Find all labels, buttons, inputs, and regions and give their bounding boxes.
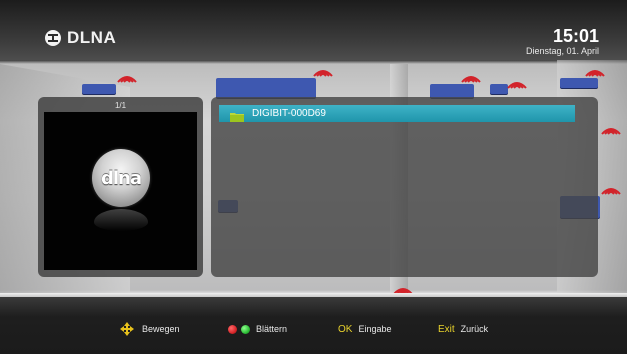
wifi-signal-icon — [506, 76, 528, 90]
arrow-keys-icon — [120, 322, 134, 336]
background-desk — [82, 84, 116, 94]
list-item[interactable]: DIGIBIT-000D69 — [219, 105, 575, 122]
list-item-label: DIGIBIT-000D69 — [252, 108, 326, 119]
footer-bar — [0, 297, 627, 354]
wifi-signal-icon — [600, 122, 622, 136]
hint-move-label: Bewegen — [142, 324, 180, 334]
clock-date: Dienstag, 01. April — [525, 46, 599, 56]
app-header: DLNA — [44, 28, 116, 48]
dlna-logo-reflection — [94, 209, 148, 231]
wifi-signal-icon — [312, 64, 334, 78]
hint-exit: Exit Zurück — [438, 322, 488, 336]
hint-page: Blättern — [228, 322, 287, 336]
folder-icon — [230, 109, 244, 122]
hint-exit-label: Zurück — [460, 324, 489, 334]
clock-time: 15:01 — [552, 26, 599, 46]
hint-ok-label: Eingabe — [358, 324, 392, 334]
background-desk — [430, 84, 474, 98]
dlna-logo: dlna — [92, 149, 150, 207]
hint-page-label: Blättern — [256, 324, 288, 334]
preview-panel: 1/1 dlna — [38, 97, 203, 277]
page-indicator: 1/1 — [114, 101, 127, 110]
ok-key-label: OK — [338, 323, 353, 335]
background-desk — [560, 78, 598, 88]
hint-ok: OK Eingabe — [338, 322, 391, 336]
green-button-icon — [241, 324, 250, 334]
wifi-signal-icon — [460, 70, 482, 84]
dlna-network-icon — [44, 29, 62, 47]
hint-move: Bewegen — [120, 322, 180, 336]
clock: 15:01 Dienstag, 01. April — [526, 27, 599, 56]
preview-image: dlna — [44, 112, 197, 270]
wifi-signal-icon — [116, 70, 138, 84]
page-title: DLNA — [67, 28, 117, 47]
wifi-signal-icon — [600, 182, 622, 196]
red-button-icon — [228, 324, 237, 334]
background-desk — [216, 78, 316, 98]
wifi-signal-icon — [584, 64, 606, 78]
exit-key-label: Exit — [438, 323, 455, 335]
file-list: DIGIBIT-000D69 — [211, 97, 598, 277]
dlna-logo-text: dlna — [100, 167, 142, 189]
